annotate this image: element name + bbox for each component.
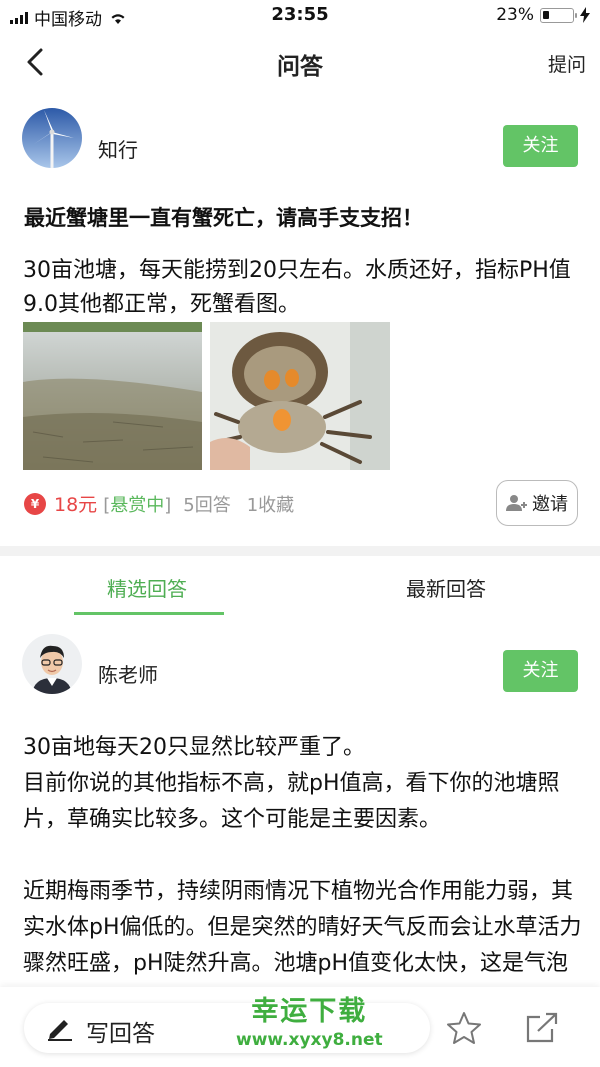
- author-name[interactable]: 知行: [98, 134, 138, 163]
- battery-group: 23%: [496, 5, 590, 25]
- share-icon[interactable]: [524, 1011, 560, 1045]
- answerer-name[interactable]: 陈老师: [98, 659, 158, 688]
- active-tab-indicator: [74, 612, 224, 615]
- star-icon[interactable]: [446, 1011, 482, 1045]
- charging-icon: [580, 7, 590, 23]
- pen-icon: [48, 1020, 72, 1041]
- answer-paragraph: 目前你说的其他指标不高，就pH值高，看下你的池塘照片，草确实比较多。这个可能是主…: [23, 771, 560, 832]
- dead-crab-photo[interactable]: [210, 322, 390, 470]
- watermark-title: 幸运下载: [251, 996, 368, 1027]
- invite-label: 邀请: [532, 494, 568, 515]
- question-title: 最近蟹塘里一直有蟹死亡，请高手支支招！: [24, 206, 423, 230]
- page-title: 问答: [277, 54, 323, 80]
- follow-button[interactable]: 关注: [503, 125, 578, 167]
- reward-status: [悬赏中]: [103, 494, 172, 516]
- answer-body: 30亩地每天20只显然比较严重了。 目前你说的其他指标不高，就pH值高，看下你的…: [23, 730, 583, 1018]
- tab-latest-answers[interactable]: 最新回答: [406, 573, 486, 602]
- answer-tabs: 精选回答 最新回答: [0, 556, 600, 616]
- author-avatar[interactable]: [22, 108, 82, 168]
- reward-coin-icon: ¥: [24, 492, 46, 515]
- watermark-logo: 幸运下载 www.xyxy8.net: [236, 989, 383, 1050]
- favorite-count: 1收藏: [246, 494, 295, 516]
- watermark-url: www.xyxy8.net: [236, 1030, 383, 1050]
- write-answer-label: 写回答: [86, 1021, 155, 1047]
- answer-count: 5回答: [183, 494, 231, 516]
- tab-featured-answers[interactable]: 精选回答: [107, 573, 187, 602]
- follow-answerer-button[interactable]: 关注: [503, 650, 578, 692]
- pond-photo[interactable]: [23, 322, 202, 470]
- answerer-avatar[interactable]: [22, 634, 82, 694]
- question-card: 知行 关注 最近蟹塘里一直有蟹死亡，请高手支支招！ 30亩池塘，每天能捞到20只…: [0, 94, 600, 546]
- status-bar: 中国移动 23:55 23%: [0, 0, 600, 30]
- ask-button[interactable]: 提问: [548, 50, 586, 77]
- question-meta: ¥ 18元 [悬赏中] 5回答 1收藏: [24, 490, 294, 517]
- add-user-icon: [506, 495, 527, 511]
- bottom-bar: 写回答 幸运下载 www.xyxy8.net: [0, 987, 600, 1067]
- answer-spacer: [23, 838, 583, 874]
- battery-icon: [540, 7, 577, 23]
- invite-button[interactable]: 邀请: [496, 480, 578, 526]
- nav-bar: 问答 提问: [0, 30, 600, 94]
- reward-amount: 18元: [54, 494, 98, 516]
- question-body: 30亩池塘，每天能捞到20只左右。水质还好，指标PH值9.0其他都正常，死蟹看图…: [23, 258, 571, 317]
- answer-paragraph: 30亩地每天20只显然比较严重了。: [23, 735, 365, 760]
- battery-percent: 23%: [496, 5, 534, 25]
